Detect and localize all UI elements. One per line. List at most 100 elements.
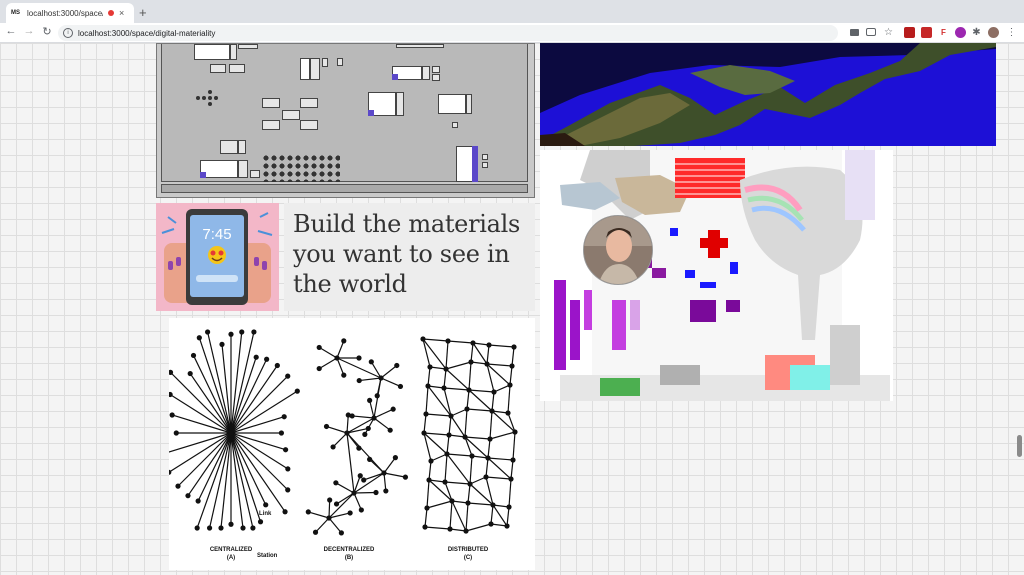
distributed-station	[505, 410, 511, 416]
red-extension-icon[interactable]	[921, 27, 932, 38]
mac-window-content	[161, 44, 528, 182]
distributed-link	[467, 502, 494, 506]
decentralized-station	[357, 473, 363, 479]
new-tab-button[interactable]: +	[139, 5, 147, 20]
collage-graphic	[554, 150, 890, 401]
mac-dot-grid	[262, 154, 340, 182]
distributed-station	[510, 457, 516, 463]
text-card[interactable]: Build the materials you want to see in t…	[284, 203, 535, 311]
classic-mac-ui-image[interactable]	[156, 43, 535, 198]
mac-button	[482, 162, 488, 168]
decentralized-station	[312, 529, 319, 535]
caption-decentralized: DECENTRALIZED (B)	[309, 546, 389, 562]
decentralized-link	[346, 414, 349, 434]
mac-selection	[392, 74, 398, 80]
distributed-link	[507, 384, 511, 414]
centralized-link	[189, 373, 232, 434]
distributed-link	[450, 408, 468, 417]
centralized-station	[190, 352, 197, 359]
shield-extension-icon[interactable]	[904, 27, 915, 38]
decentralized-link	[315, 517, 330, 533]
decentralized-station	[358, 507, 364, 513]
back-button[interactable]: ←	[4, 25, 18, 37]
collage-purple-block	[690, 300, 716, 322]
distributed-station	[487, 436, 493, 442]
canvas-scrollbar[interactable]	[1017, 435, 1022, 457]
mac-button	[337, 58, 343, 66]
emoji-face-icon	[208, 246, 226, 264]
decentralized-link	[318, 346, 338, 359]
centralized-link	[230, 432, 254, 529]
voxel-landscape-image[interactable]	[540, 43, 996, 146]
mac-button	[282, 110, 300, 120]
mac-button	[210, 64, 226, 73]
webcam-presenter-avatar[interactable]	[583, 215, 653, 285]
headline-text: Build the materials you want to see in t…	[293, 210, 521, 298]
puzzle-extensions-icon[interactable]: ✱	[971, 27, 982, 38]
decentralized-station	[327, 497, 333, 503]
distributed-station	[467, 481, 473, 487]
decentralized-link	[383, 472, 387, 491]
decentralized-link	[328, 517, 342, 534]
forward-button[interactable]: →	[22, 25, 36, 37]
profile-avatar[interactable]	[988, 27, 999, 38]
network-topology-diagram[interactable]: Station Link CENTRALIZED (A) DECENTRALIZ…	[169, 318, 535, 570]
cast-icon[interactable]	[866, 28, 876, 36]
mac-dot	[208, 102, 212, 106]
decentralized-link	[346, 432, 355, 494]
decentralized-station	[305, 509, 311, 515]
centralized-station	[196, 335, 202, 341]
centralized-station	[294, 388, 300, 394]
browser-toolbar: ← → ↻ i localhost:3000/space/digital-mat…	[0, 23, 1024, 43]
f-extension-icon[interactable]: F	[938, 27, 949, 38]
mac-button	[432, 74, 440, 81]
bookmark-star-icon[interactable]: ☆	[883, 27, 894, 38]
mac-button	[452, 122, 458, 128]
distributed-link	[465, 502, 469, 532]
distributed-station	[483, 474, 489, 480]
mac-horizontal-scrollbar	[161, 184, 528, 193]
address-bar[interactable]: i localhost:3000/space/digital-materiali…	[58, 25, 838, 41]
collage-lavender-block	[845, 150, 875, 220]
distributed-station	[423, 411, 429, 417]
centralized-link	[230, 365, 278, 434]
caption-distributed-sub: (C)	[463, 555, 473, 561]
distributed-link	[485, 457, 489, 478]
url-text: localhost:3000/space/digital-materiality	[78, 28, 216, 38]
distributed-link	[485, 476, 512, 480]
decentralized-station	[347, 510, 353, 516]
decentralized-hub	[381, 470, 387, 476]
centralized-station	[282, 447, 289, 453]
menu-kebab-icon[interactable]: ⋮	[1006, 27, 1017, 38]
distributed-link	[445, 361, 472, 370]
decentralized-station	[367, 397, 373, 403]
decentralized-link	[373, 408, 394, 419]
decentralized-station	[330, 444, 336, 450]
distributed-link	[423, 432, 448, 455]
phone-illustration-image[interactable]: 7:45	[156, 203, 279, 311]
site-info-icon[interactable]: i	[63, 28, 73, 38]
decentralized-station	[316, 365, 322, 372]
distributed-link	[425, 413, 452, 417]
recording-indicator-icon	[108, 10, 114, 16]
decentralized-link	[318, 357, 338, 370]
mac-selection	[368, 110, 374, 116]
distributed-station	[445, 338, 451, 344]
caption-decentralized-title: DECENTRALIZED	[323, 547, 375, 553]
camera-icon[interactable]	[850, 29, 859, 36]
browser-tab[interactable]: MS localhost:3000/space/digi ×	[6, 3, 134, 23]
mac-button	[322, 58, 328, 67]
pixel-collage-image[interactable]	[540, 150, 893, 401]
distributed-link	[445, 368, 470, 391]
purple-extension-icon[interactable]	[955, 27, 966, 38]
distributed-link	[450, 415, 466, 438]
distributed-link	[489, 410, 493, 440]
decentralized-hub	[344, 430, 350, 436]
space-canvas[interactable]: 7:45 Build the materials you want to see…	[0, 43, 1024, 575]
decentralized-link	[336, 340, 345, 359]
distributed-station	[426, 477, 432, 483]
distributed-link	[512, 431, 516, 461]
tab-close-icon[interactable]: ×	[119, 8, 129, 18]
centralized-station	[169, 412, 175, 418]
reload-button[interactable]: ↻	[40, 25, 54, 38]
